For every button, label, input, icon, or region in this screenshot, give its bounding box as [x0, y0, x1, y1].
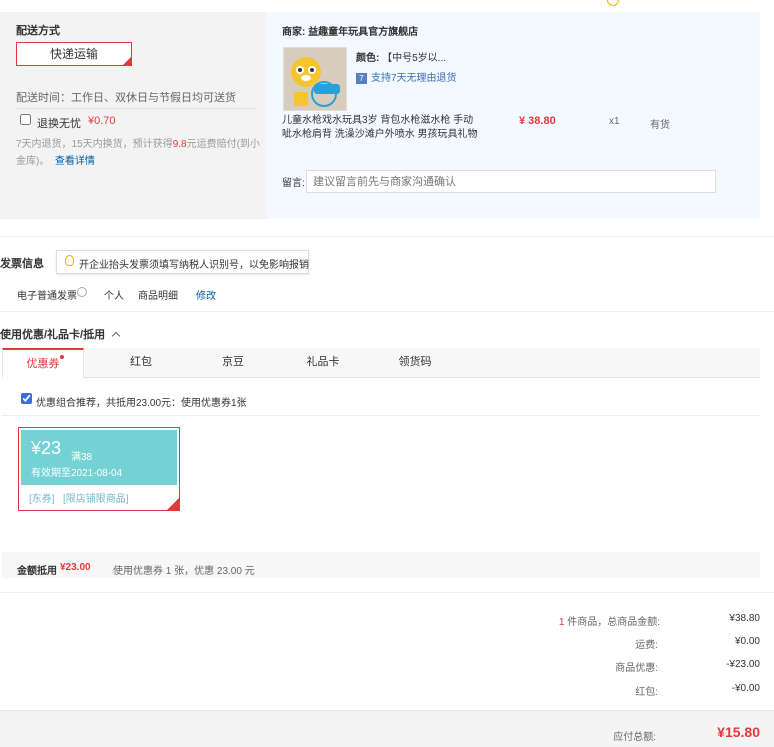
return-detail-link[interactable]: 查看详情 — [55, 156, 95, 167]
invoice-tip-text: 开企业抬头发票须填写纳税人识别号，以免影响报销 — [79, 260, 309, 271]
coupon-card[interactable]: ¥23 满38 有效期至2021-08-04 [东券] [限店铺限商品] — [18, 427, 180, 511]
invoice-info-icon[interactable] — [77, 287, 87, 297]
tab-coupon[interactable]: 优惠券 — [2, 348, 84, 378]
top-cropped-strip — [0, 0, 774, 12]
coupon-expiry: 有效期至2021-08-04 — [31, 468, 123, 479]
merchant-name-line: 商家: 益趣童年玩具官方旗舰店 — [282, 23, 418, 38]
shipping-title: 配送方式 — [16, 25, 60, 37]
water-gun-toy-icon — [284, 48, 346, 110]
section-divider-2 — [0, 311, 774, 312]
summary-redpacket-label: 红包: — [635, 687, 658, 698]
merchant-label: 商家: — [282, 27, 306, 38]
discount-title-text: 使用优惠/礼品卡/抵用 — [0, 329, 106, 341]
discount-footer-label: 金额抵用 — [17, 566, 57, 577]
shipping-method-button[interactable]: 快递运输 — [16, 42, 132, 66]
lightbulb-icon — [65, 255, 74, 266]
return-insurance-label: 退换无忧 — [37, 118, 81, 130]
discount-footer-amount: ¥23.00 — [60, 562, 91, 573]
tab-jingdou[interactable]: 京豆 — [198, 348, 268, 378]
invoice-title: 发票信息 — [0, 258, 44, 270]
summary-count-label: 件商品，总商品金额: — [567, 617, 660, 628]
product-qty: x1 — [609, 116, 620, 127]
discount-footer-desc: 使用优惠券 1 张，优惠 23.00 元 — [113, 566, 255, 577]
invoice-edit-link[interactable]: 修改 — [196, 287, 216, 302]
payable-label: 应付总额: — [613, 732, 656, 743]
tab-giftcard[interactable]: 礼品卡 — [288, 348, 358, 378]
payable-bar: 应付总额: ¥15.80 — [0, 710, 774, 747]
combo-text: 优惠组合推荐，共抵用23.00元：使用优惠券1张 — [36, 398, 247, 409]
invoice-detail: 商品明细 — [138, 291, 178, 302]
summary-goods-discount-label: 商品优惠: — [615, 663, 658, 674]
color-line: 颜色: 【中号5岁以... — [356, 49, 446, 64]
summary-shipping-val: ¥0.00 — [734, 636, 760, 647]
coupon-top: ¥23 满38 有效期至2021-08-04 — [21, 430, 177, 485]
return-badge-text: 支持7天无理由退货 — [371, 73, 457, 84]
product-name-line-2: 呲水枪肩背 洗澡沙滩户外喷水 男孩玩具礼物 — [282, 129, 478, 140]
product-price: ¥ 38.80 — [519, 115, 556, 127]
product-thumbnail[interactable] — [283, 47, 347, 111]
color-value: 【中号5岁以... — [382, 53, 447, 64]
product-stock: 有货 — [650, 120, 670, 131]
return-insurance-price: ¥0.70 — [88, 115, 116, 127]
coupon-selected-check-icon — [167, 498, 179, 510]
return-insurance-desc: 7天内退货，15天内换货，预计获得9.8元运费赔付(到小 金库)。 查看详情 — [16, 136, 260, 170]
summary-count-row: 1 件商品，总商品金额: — [460, 613, 660, 628]
return-desc-3: 金库)。 — [16, 156, 50, 167]
chevron-up-icon — [111, 331, 121, 341]
summary-redpacket-val: -¥0.00 — [731, 683, 760, 694]
product-name-line-1: 儿童水枪戏水玩具3岁 背包水枪滋水枪 手动 — [282, 115, 474, 126]
coupon-divider — [2, 415, 760, 416]
tab-pickup-code[interactable]: 领货码 — [380, 348, 450, 378]
return-desc-2: 元运费赔付(到小 — [186, 139, 260, 150]
delivery-time: 配送时间：工作日、双休日与节假日均可送货 — [16, 92, 236, 104]
coupon-condition: 满38 — [71, 452, 93, 463]
return-amount: 9.8 — [172, 139, 187, 150]
section-divider-1 — [0, 236, 774, 237]
invoice-person: 个人 — [104, 291, 124, 302]
discount-title[interactable]: 使用优惠/礼品卡/抵用 — [0, 326, 121, 342]
summary-shipping-label: 运费: — [635, 640, 658, 651]
coupon-amount: ¥23 — [31, 438, 62, 458]
shipping-divider — [16, 108, 256, 109]
product-name[interactable]: 儿童水枪戏水玩具3岁 背包水枪滋水枪 手动 呲水枪肩背 洗澡沙滩户外喷水 男孩玩… — [282, 114, 482, 142]
order-block: 配送方式 快递运输 配送时间：工作日、双休日与节假日均可送货 退换无忧 ¥0.7… — [0, 12, 760, 219]
tab-redpacket[interactable]: 红包 — [106, 348, 176, 378]
payable-value: ¥15.80 — [717, 724, 760, 740]
top-strip-gold-icon — [607, 0, 619, 6]
invoice-tip-box: 开企业抬头发票须填写纳税人识别号，以免影响报销 — [56, 250, 309, 274]
discount-tabs: 优惠券 红包 京豆 礼品卡 领货码 — [2, 348, 760, 378]
seven-day-return-icon: 7 — [356, 73, 367, 84]
return-badge: 7 支持7天无理由退货 — [356, 69, 457, 84]
discount-footer: 金额抵用 ¥23.00 使用优惠券 1 张，优惠 23.00 元 — [2, 552, 760, 578]
section-divider-3 — [0, 592, 774, 593]
combo-checkbox[interactable] — [21, 393, 32, 404]
merchant-name[interactable]: 益趣童年玩具官方旗舰店 — [308, 27, 418, 38]
note-input[interactable] — [306, 170, 716, 193]
shipping-panel: 配送方式 快递运输 配送时间：工作日、双休日与节假日均可送货 退换无忧 ¥0.7… — [0, 12, 266, 219]
coupon-tag-1: [东券] — [29, 494, 55, 505]
return-insurance-checkbox[interactable] — [20, 114, 31, 125]
tab-coupon-label: 优惠券 — [26, 358, 60, 370]
summary-total-goods: ¥38.80 — [729, 613, 760, 624]
color-label: 颜色: — [356, 53, 380, 64]
tab-coupon-dot — [60, 355, 64, 359]
invoice-type: 电子普通发票 — [17, 291, 77, 302]
summary-count: 1 — [558, 617, 565, 628]
return-desc-1: 7天内退货，15天内换货，预计获得 — [16, 139, 173, 150]
coupon-tag-2: [限店铺限商品] — [63, 494, 129, 505]
note-label: 留言: — [282, 178, 305, 189]
summary-goods-discount-val: -¥23.00 — [726, 659, 760, 670]
